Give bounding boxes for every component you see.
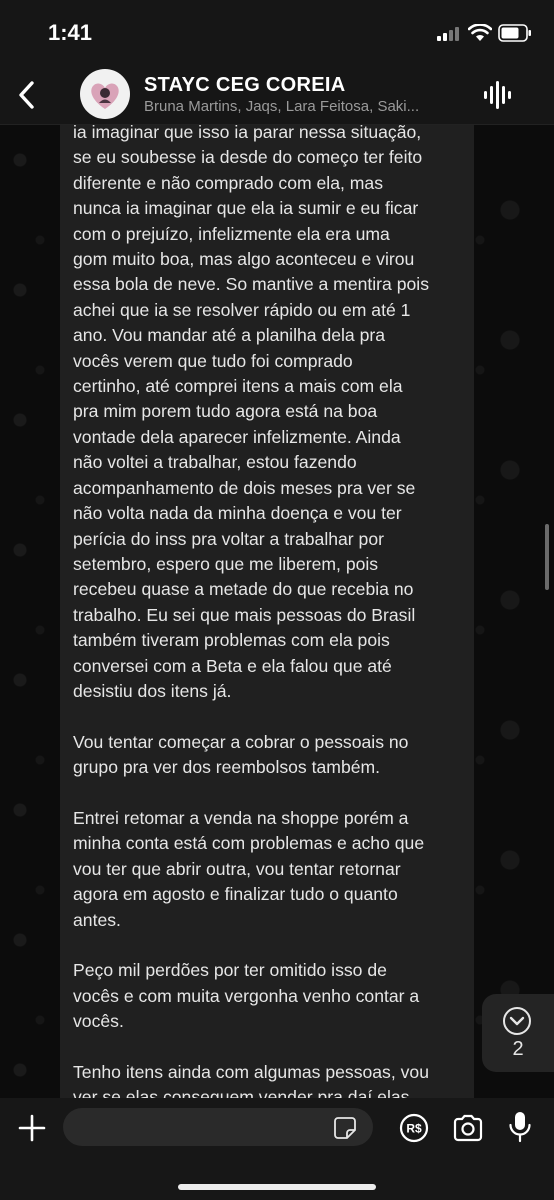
signal-icon [437, 27, 459, 41]
svg-text:R$: R$ [406, 1122, 422, 1136]
scrollbar-thumb[interactable] [545, 524, 549, 590]
heart-photo-icon [91, 83, 119, 109]
unread-count-badge: 2 [512, 1038, 524, 1060]
scroll-to-bottom-button[interactable]: 2 [482, 994, 554, 1072]
message-input[interactable] [63, 1108, 373, 1146]
home-indicator[interactable] [178, 1184, 376, 1190]
group-name[interactable]: STAYC CEG COREIA [144, 74, 346, 97]
audio-waveform-icon[interactable] [482, 80, 514, 110]
status-time: 1:41 [48, 20, 93, 45]
chevron-down-circle-icon [503, 1007, 531, 1035]
battery-icon [498, 24, 531, 42]
pix-payment-icon[interactable]: R$ [399, 1113, 429, 1143]
wifi-icon [468, 24, 492, 41]
composer-bar: R$ [0, 1098, 554, 1200]
chevron-left-icon[interactable] [14, 78, 42, 112]
microphone-icon[interactable] [508, 1110, 532, 1144]
message-text: ia imaginar que isso ia parar nessa situ… [73, 122, 429, 1100]
sticker-icon[interactable] [333, 1116, 357, 1140]
message-bubble[interactable]: ia imaginar que isso ia parar nessa situ… [60, 110, 474, 1100]
chat-header[interactable]: STAYC CEG COREIA Bruna Martins, Jaqs, La… [0, 66, 554, 125]
camera-icon[interactable] [452, 1114, 484, 1142]
participants-list[interactable]: Bruna Martins, Jaqs, Lara Feitosa, Saki.… [144, 98, 454, 115]
group-avatar[interactable] [80, 69, 130, 119]
plus-icon[interactable] [18, 1114, 46, 1142]
status-bar: 1:41 [0, 0, 554, 66]
